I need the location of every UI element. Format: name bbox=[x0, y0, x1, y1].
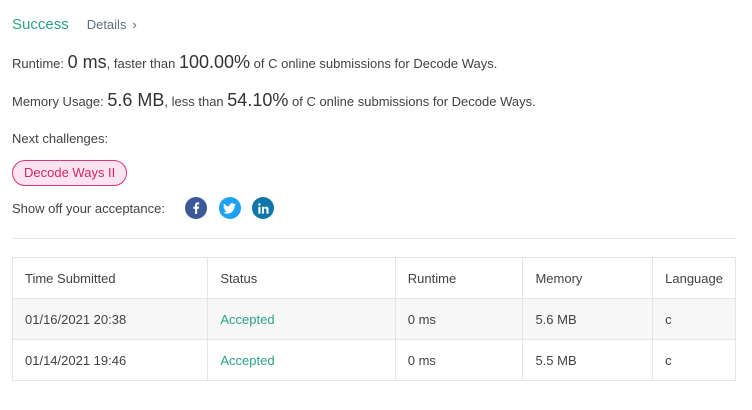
memory-suffix: of C online submissions for Decode Ways. bbox=[291, 94, 536, 109]
cell-runtime: 0 ms bbox=[394, 298, 524, 340]
cell-runtime: 0 ms bbox=[394, 339, 524, 381]
column-header-runtime: Runtime bbox=[394, 257, 524, 299]
runtime-label: Runtime: bbox=[12, 56, 65, 71]
linkedin-icon[interactable] bbox=[252, 197, 274, 219]
facebook-icon[interactable] bbox=[185, 197, 207, 219]
share-icons bbox=[185, 197, 286, 219]
details-link[interactable]: Details › bbox=[87, 17, 137, 32]
chevron-right-icon[interactable]: › bbox=[132, 17, 136, 32]
status-success: Success bbox=[12, 16, 69, 33]
cell-language: c bbox=[652, 298, 736, 340]
memory-label: Memory Usage: bbox=[12, 94, 104, 109]
column-header-language: Language bbox=[652, 257, 736, 299]
runtime-suffix: of C online submissions for Decode Ways. bbox=[253, 56, 498, 71]
memory-percent: 54.10% bbox=[227, 90, 289, 110]
column-header-status: Status bbox=[207, 257, 396, 299]
cell-time: 01/14/2021 19:46 bbox=[11, 339, 209, 381]
table-row: 01/16/2021 20:38 Accepted 0 ms 5.6 MB c bbox=[11, 298, 736, 340]
divider bbox=[12, 238, 736, 239]
memory-value: 5.6 MB bbox=[107, 90, 165, 110]
share-label: Show off your acceptance: bbox=[12, 201, 165, 216]
table-header-row: Time Submitted Status Runtime Memory Lan… bbox=[11, 257, 736, 299]
table-row: 01/14/2021 19:46 Accepted 0 ms 5.5 MB c bbox=[11, 339, 736, 381]
memory-stat: Memory Usage: 5.6 MB, less than 54.10% o… bbox=[12, 90, 536, 111]
submissions-table: Time Submitted Status Runtime Memory Lan… bbox=[11, 257, 736, 381]
cell-language: c bbox=[652, 339, 736, 381]
submission-result-page: Success Details › Runtime: 0 ms, faster … bbox=[0, 0, 752, 410]
runtime-percent: 100.00% bbox=[178, 52, 251, 72]
column-header-memory: Memory bbox=[522, 257, 654, 299]
runtime-value: 0 ms bbox=[67, 52, 107, 72]
challenge-pill-decode-ways-ii[interactable]: Decode Ways II bbox=[12, 160, 128, 186]
cell-memory: 5.6 MB bbox=[522, 298, 654, 340]
next-challenges-label: Next challenges: bbox=[12, 131, 109, 146]
result-header: Success Details › bbox=[12, 16, 137, 33]
twitter-icon[interactable] bbox=[218, 197, 241, 219]
details-label[interactable]: Details bbox=[87, 17, 127, 32]
column-header-time: Time Submitted bbox=[11, 257, 209, 299]
cell-memory: 5.5 MB bbox=[522, 339, 654, 381]
cell-time: 01/16/2021 20:38 bbox=[11, 298, 209, 340]
memory-comparison: , less than bbox=[164, 94, 224, 109]
status-link[interactable]: Accepted bbox=[220, 353, 274, 368]
runtime-stat: Runtime: 0 ms, faster than 100.00% of C … bbox=[12, 52, 497, 73]
runtime-comparison: , faster than bbox=[106, 56, 176, 71]
status-link[interactable]: Accepted bbox=[220, 312, 274, 327]
